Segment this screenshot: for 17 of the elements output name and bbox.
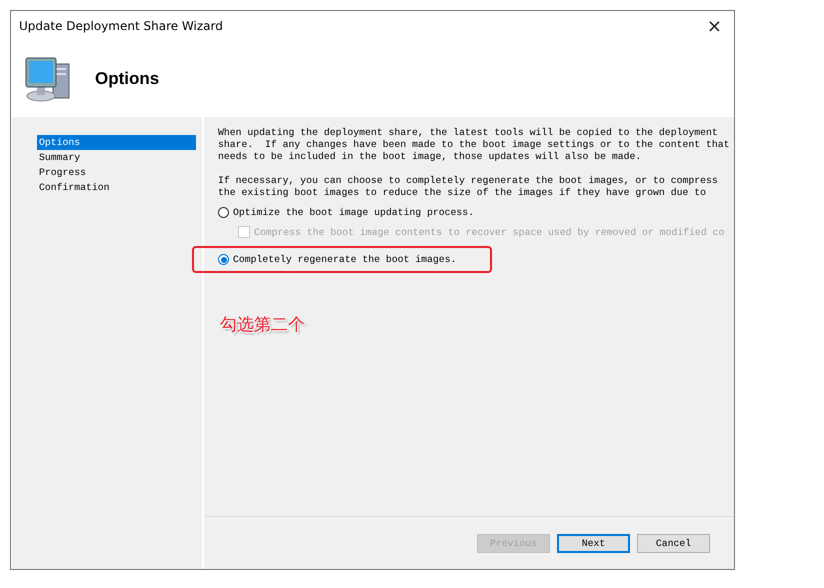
radio-button[interactable] <box>218 207 229 218</box>
step-item[interactable]: Confirmation <box>37 180 196 195</box>
description-text: When updating the deployment share, the latest tools will be copied to the deployment share. If any changes have been made to the boot image settings or to the content that needs to be included in the boot image, those updates will also be made. <box>218 127 730 163</box>
wizard-button[interactable]: Cancel <box>637 534 710 552</box>
radio-button[interactable] <box>218 254 229 265</box>
step-item[interactable]: Options <box>37 135 196 150</box>
option-label: Completely regenerate the boot images. <box>233 254 456 265</box>
page-heading: Options <box>95 69 160 89</box>
wizard-button[interactable]: Next <box>557 534 630 552</box>
close-button[interactable]: × <box>702 16 726 36</box>
option-label: Optimize the boot image updating process. <box>233 207 474 218</box>
option-label: Compress the boot image contents to recover space used by removed or modified co <box>254 226 724 238</box>
step-item[interactable]: Progress <box>37 165 196 180</box>
annotation-text: 勾选第二个 <box>220 315 306 336</box>
step-item[interactable]: Summary <box>37 150 196 165</box>
description-text: If necessary, you can choose to completely regenerate the boot images, or to compress the existing boot images to reduce the size of the images if they have grown due to <box>218 175 719 199</box>
window-title: Update Deployment Share Wizard <box>19 19 223 33</box>
